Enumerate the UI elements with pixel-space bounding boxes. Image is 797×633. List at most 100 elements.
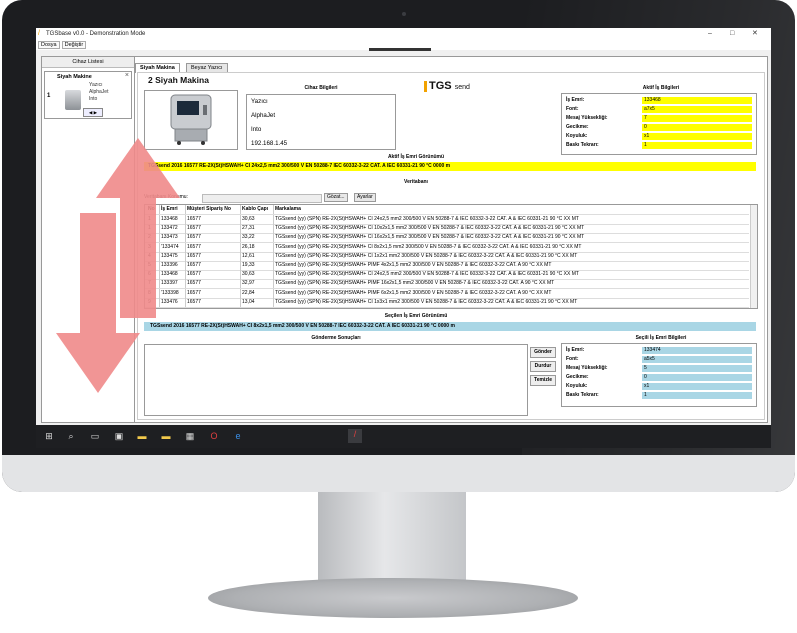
active-job-section: Aktif İş Bilgileri İş Emri: 133468 Font: a7… — [561, 84, 761, 155]
device-card-name: Siyah Makine — [57, 74, 92, 80]
app-window: / TGSbase v0.0 - Demonstration Mode – □ … — [36, 28, 771, 448]
active-job-value: a7x5 — [642, 106, 752, 113]
selected-job-label: Koyuluk: — [566, 383, 588, 389]
table-cell: 16577 — [185, 261, 239, 270]
windows-start-icon[interactable]: ⊞ — [44, 431, 54, 441]
device-card[interactable]: Siyah Makine × 1 Yazıcı AlphaJet Into ◀ … — [44, 71, 132, 119]
close-button[interactable]: ✕ — [752, 28, 758, 40]
active-job-box: İş Emri: 133468 Font: a7x5 Mesaj Yüksekliği:… — [561, 93, 757, 155]
minimize-button[interactable]: – — [708, 28, 712, 40]
maximize-button[interactable]: □ — [730, 28, 734, 40]
device-ip: 192.168.1.45 — [251, 140, 288, 147]
machine-title: 2 Siyah Makina — [148, 75, 209, 85]
active-job-header: Aktif İş Bilgileri — [642, 85, 680, 91]
device-list-header: Cihaz Listesi — [42, 57, 134, 68]
calculator-icon[interactable]: ▦ — [185, 431, 195, 441]
arrow-down-icon — [56, 213, 140, 393]
monitor-chin — [2, 455, 795, 492]
table-cell: TGSsend (yy) (SPN) RE-2X(St)HSWAH+ CI 1x… — [273, 251, 745, 261]
selected-job-label: İş Emri: — [566, 347, 585, 353]
drag-handle[interactable] — [369, 48, 431, 51]
table-cell: 22,84 — [240, 288, 272, 298]
selected-job-value: 0 — [642, 374, 752, 381]
selected-view-label: Seçilen İş Emri Görünümü — [384, 313, 448, 319]
selected-job-section: Seçili İş Emri Bilgileri İş Emri: 133474 F… — [561, 334, 761, 407]
table-cell: 19,33 — [240, 261, 272, 270]
db-location-select[interactable] — [202, 194, 322, 203]
monitor-stand-neck — [318, 492, 466, 582]
device-info-header: Cihaz Bilgileri — [304, 85, 338, 91]
browse-button[interactable]: Gözat... — [324, 193, 348, 202]
database-table: Noİş EmriMüşteri Sipariş NoKablo ÇapıMar… — [144, 204, 758, 309]
close-icon[interactable]: × — [125, 72, 129, 79]
selected-job-box: İş Emri: 133474 Font: a5x5 Mesaj Yüksekliği:… — [561, 343, 757, 407]
table-cell: 16577 — [185, 224, 239, 234]
device-info-box: Yazıcı AlphaJet Into 192.168.1.45 — [246, 94, 396, 150]
task-view-icon[interactable]: ▭ — [90, 431, 100, 441]
active-job-value: 133468 — [642, 97, 752, 104]
active-job-label: İş Emri: — [566, 97, 585, 103]
table-cell: 16577 — [185, 288, 239, 298]
column-header[interactable]: Müşteri Sipariş No — [185, 205, 239, 214]
active-view-label: Aktif İş Emri Görünümü — [387, 154, 445, 160]
table-cell: TGSsend (yy) (SPN) RE-2X(St)HSWAH+ CI 8x… — [273, 242, 745, 252]
table-cell: 16577 — [185, 279, 239, 289]
search-icon[interactable]: ⌕ — [66, 431, 76, 441]
table-cell: 16577 — [185, 242, 239, 252]
database-label: Veritabanı — [404, 179, 428, 185]
table-cell: 16577 — [185, 215, 239, 224]
selected-job-label: Font: — [566, 356, 579, 362]
active-job-value: 0 — [642, 124, 752, 131]
edge-icon[interactable]: e — [233, 431, 243, 441]
active-job-label: Gecikme: — [566, 124, 589, 130]
monitor-stand-base — [208, 578, 578, 618]
device-info-section: Cihaz Bilgileri Yazıcı AlphaJet Into 192… — [246, 84, 396, 150]
table-cell: 16577 — [185, 251, 239, 261]
active-job-label: Baskı Tekrarı: — [566, 142, 599, 148]
table-cell: 12,61 — [240, 251, 272, 261]
taskbar: ⊞ ⌕ ▭ ▣ ▬ ▬ ▦ O e / — [36, 425, 771, 448]
table-row[interactable]: 91334761657713,04TGSsend (yy) (SPN) RE-2… — [145, 297, 749, 308]
selected-job-label: Baskı Tekrarı: — [566, 392, 599, 398]
active-job-value: x1 — [642, 133, 752, 140]
app-logo-icon: / — [38, 30, 40, 37]
menu-dosya[interactable]: Dosya — [38, 41, 60, 49]
explorer-icon[interactable]: ▬ — [137, 431, 147, 441]
table-cell: 16577 — [185, 233, 239, 243]
column-header[interactable]: Markalama — [273, 205, 745, 214]
active-job-label: Koyuluk: — [566, 133, 588, 139]
table-cell: TGSsend (yy) (SPN) RE-2X(St)HSWAH+ CI 10… — [273, 224, 745, 234]
table-cell: TGSsend (yy) (SPN) RE-2X(St)HSWAH+ CI 1x… — [273, 297, 745, 307]
selected-job-value: 5 — [642, 365, 752, 372]
device-card-control[interactable]: ◀ ▶ — [83, 108, 103, 117]
table-scrollbar[interactable] — [750, 205, 757, 308]
opera-icon[interactable]: O — [209, 431, 219, 441]
device-card-info: Yazıcı AlphaJet Into — [89, 82, 109, 102]
column-header[interactable]: Kablo Çapı — [240, 205, 272, 214]
table-cell: 16577 — [185, 270, 239, 280]
active-job-band: TGSsend 2016 16577 RE-2X(St)HSWAH+ CI 24… — [144, 162, 756, 171]
settings-button[interactable]: Ayarlar — [354, 193, 376, 202]
menu-degistir[interactable]: Değiştir — [61, 41, 87, 49]
table-cell: 13,04 — [240, 297, 272, 307]
selected-job-label: Mesaj Yüksekliği: — [566, 365, 608, 371]
table-cell: TGSsend (yy) (SPN) RE-2X(St)HSWAH+ CI 16… — [273, 233, 745, 243]
send-results-label: Gönderme Sonuçları — [311, 335, 361, 341]
selected-job-value: a5x5 — [642, 356, 752, 363]
send-results-box — [144, 344, 528, 416]
selected-job-value: 1 — [642, 392, 752, 399]
printer-thumbnail-icon — [65, 90, 81, 110]
table-cell: 30,63 — [240, 215, 272, 224]
folder-icon[interactable]: ▬ — [161, 431, 171, 441]
clear-button[interactable]: Temizle — [530, 375, 556, 386]
selected-job-label: Gecikme: — [566, 374, 589, 380]
table-cell: 33,22 — [240, 233, 272, 243]
store-icon[interactable]: ▣ — [114, 431, 124, 441]
send-button[interactable]: Gönder — [530, 347, 556, 358]
tgsbase-taskbar-icon[interactable]: / — [348, 429, 362, 443]
stop-button[interactable]: Durdur — [530, 361, 556, 372]
active-job-value: 7 — [642, 115, 752, 122]
active-job-label: Mesaj Yüksekliği: — [566, 115, 608, 121]
selected-job-value: x1 — [642, 383, 752, 390]
table-cell: TGSsend (yy) (SPN) RE-2X(St)HSWAH+ CI 24… — [273, 270, 745, 280]
